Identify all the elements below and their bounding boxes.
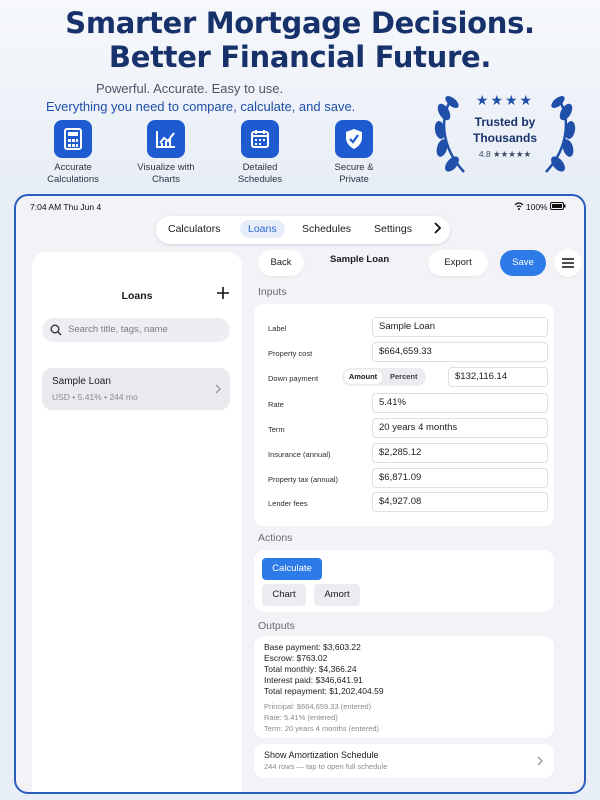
loan-detail: Back Sample Loan Export Save Inputs Labe…	[252, 246, 582, 792]
feature-label: Secure &	[334, 162, 374, 173]
status-bar: 7:04 AM Thu Jun 4 100%	[30, 202, 570, 212]
feature-label: Private	[339, 174, 369, 185]
battery-icon	[550, 202, 566, 210]
menu-button[interactable]	[554, 249, 582, 277]
promo-subtitle: Powerful. Accurate. Easy to use.	[96, 81, 284, 96]
feature-label: Calculations	[47, 174, 99, 185]
base-payment: Base payment: $3,603.22	[264, 642, 361, 652]
term-label: Term	[268, 425, 285, 434]
battery-percent: 100%	[525, 202, 548, 212]
status-right: 100%	[514, 202, 567, 212]
lender-fees-label: Lender fees	[268, 499, 308, 508]
loans-sidebar: Loans Search title, tags, name Sample Lo…	[32, 252, 242, 792]
chart-button[interactable]: Chart	[262, 584, 306, 606]
search-field[interactable]: Search title, tags, name	[42, 318, 230, 342]
outputs-heading: Outputs	[258, 620, 295, 632]
top-tab-bar: Calculators Loans Schedules Settings	[156, 216, 450, 244]
calendar-icon	[241, 120, 279, 158]
feature-label: Charts	[152, 174, 180, 185]
insurance-input[interactable]: $2,285.12	[372, 443, 548, 463]
actions-card: Calculate Chart Amort	[254, 550, 554, 612]
label-input[interactable]: Sample Loan	[372, 317, 548, 337]
badge-line-2: Thousands	[472, 131, 537, 145]
chevron-right-icon	[536, 754, 544, 772]
tab-settings[interactable]: Settings	[374, 223, 412, 235]
rate-input[interactable]: 5.41%	[372, 393, 548, 413]
feature-secure-private: Secure & Private	[309, 120, 399, 186]
total-repayment: Total repayment: $1,202,404.59	[264, 686, 384, 696]
property-cost-label: Property cost	[268, 349, 313, 358]
note-principal: Principal: $664,659.33 (entered)	[264, 702, 372, 711]
promo-tagline: Everything you need to compare, calculat…	[46, 99, 356, 114]
search-placeholder: Search title, tags, name	[68, 324, 168, 335]
headline-line-2: Better Financial Future.	[108, 40, 492, 74]
rate-label: Rate	[268, 400, 284, 409]
lender-fees-input[interactable]: $4,927.08	[372, 492, 548, 512]
status-time: 7:04 AM Thu Jun 4	[30, 202, 102, 212]
shield-check-icon	[335, 120, 373, 158]
down-payment-label: Down payment	[268, 374, 319, 383]
chart-icon	[147, 120, 185, 158]
trust-badge: ★★★★ Trusted by Thousands 4.8 ★★★★★	[430, 86, 580, 186]
inputs-card: Label Sample Loan Property cost $664,659…	[254, 304, 554, 526]
property-tax-input[interactable]: $6,871.09	[372, 468, 548, 488]
inputs-heading: Inputs	[258, 286, 287, 298]
total-monthly: Total monthly: $4,366.24	[264, 664, 357, 674]
amortization-subtitle: 244 rows — tap to open full schedule	[264, 762, 388, 771]
badge-rating: 4.8 ★★★★★	[478, 149, 532, 159]
chevron-right-icon	[214, 382, 222, 400]
loan-item-meta: USD • 5.41% • 244 mo	[52, 392, 138, 402]
headline-line-1: Smarter Mortgage Decisions.	[65, 6, 535, 40]
down-payment-mode-toggle[interactable]: Amount Percent	[342, 368, 426, 386]
save-button[interactable]: Save	[500, 250, 546, 276]
calculator-icon	[54, 120, 92, 158]
feature-label: Schedules	[237, 174, 283, 185]
sidebar-title: Loans	[121, 290, 153, 302]
tab-loans[interactable]: Loans	[240, 220, 285, 238]
amort-button[interactable]: Amort	[314, 584, 360, 606]
interest-paid: Interest paid: $346,641.91	[264, 675, 363, 685]
escrow: Escrow: $763.02	[264, 653, 328, 663]
mode-percent[interactable]: Percent	[390, 372, 418, 381]
term-input[interactable]: 20 years 4 months	[372, 418, 548, 438]
down-payment-input[interactable]: $132,116.14	[448, 367, 548, 387]
promo-banner: Smarter Mortgage Decisions. Better Finan…	[0, 0, 600, 200]
tablet-screen: 7:04 AM Thu Jun 4 100% Calculators Loans…	[14, 194, 586, 794]
calculate-button[interactable]: Calculate	[262, 558, 322, 580]
feature-detailed-schedules: Detailed Schedules	[215, 120, 305, 186]
tab-calculators[interactable]: Calculators	[168, 223, 221, 235]
amortization-schedule-row[interactable]: Show Amortization Schedule 244 rows — ta…	[254, 744, 554, 778]
loan-title: Sample Loan	[330, 254, 390, 265]
feature-label: Visualize with	[137, 162, 195, 173]
chevron-right-icon[interactable]	[432, 221, 442, 240]
add-loan-button[interactable]	[216, 286, 230, 305]
feature-label: Accurate	[54, 162, 92, 173]
feature-label: Detailed	[242, 162, 278, 173]
loan-item-title: Sample Loan	[52, 376, 111, 387]
amortization-title: Show Amortization Schedule	[264, 750, 379, 760]
label-field-label: Label	[268, 324, 287, 333]
actions-heading: Actions	[258, 532, 293, 544]
feature-accurate-calculations: Accurate Calculations	[28, 120, 118, 186]
export-button[interactable]: Export	[428, 250, 488, 276]
property-cost-input[interactable]: $664,659.33	[372, 342, 548, 362]
note-rate: Rate: 5.41% (entered)	[264, 713, 338, 722]
badge-line-1: Trusted by	[474, 115, 536, 129]
tab-schedules[interactable]: Schedules	[302, 223, 351, 235]
insurance-label: Insurance (annual)	[268, 450, 331, 459]
mode-amount[interactable]: Amount	[344, 370, 382, 384]
search-icon	[50, 323, 62, 341]
plus-icon	[217, 287, 229, 299]
back-button[interactable]: Back	[258, 250, 304, 276]
loan-list-item[interactable]: Sample Loan USD • 5.41% • 244 mo	[42, 368, 230, 410]
badge-stars: ★★★★	[475, 92, 535, 108]
wifi-icon	[514, 202, 523, 210]
hamburger-icon	[562, 258, 574, 268]
feature-visualize-charts: Visualize with Charts	[121, 120, 211, 186]
property-tax-label: Property tax (annual)	[268, 475, 339, 484]
outputs-card: Base payment: $3,603.22 Escrow: $763.02 …	[254, 636, 554, 738]
note-term: Term: 20 years 4 months (entered)	[264, 724, 380, 733]
